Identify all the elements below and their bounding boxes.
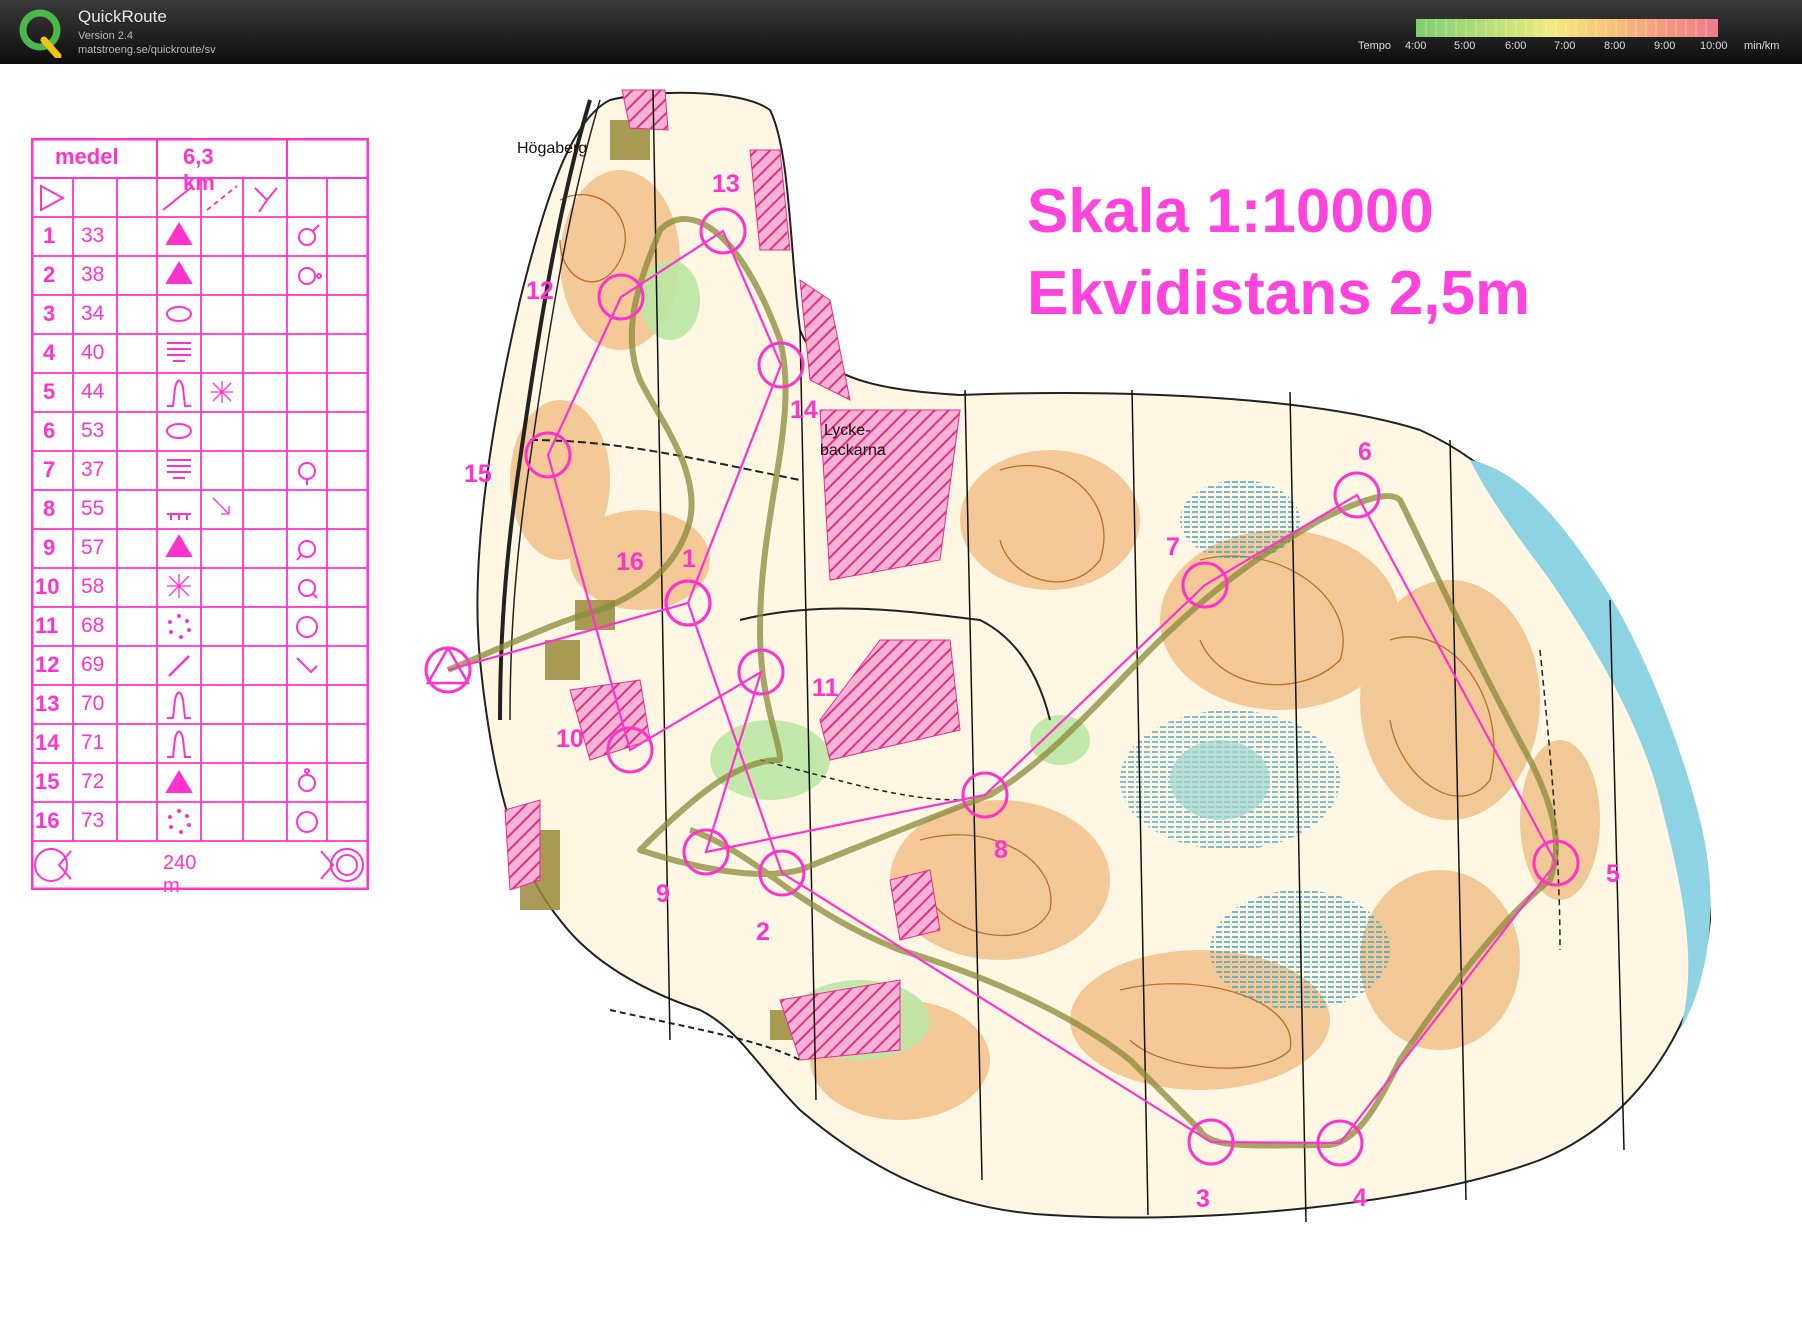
control-code: 37 [81, 458, 105, 481]
control-code: 33 [81, 224, 105, 247]
control-label: 10 [556, 725, 584, 753]
control-label: 15 [464, 460, 492, 488]
finish-distance: 240 m [163, 852, 197, 897]
control-code: 44 [81, 380, 105, 403]
pace-tick: 7:00 [1554, 40, 1576, 52]
control-num: 9 [43, 535, 56, 560]
control-num: 14 [35, 730, 60, 755]
control-code: 69 [81, 653, 105, 676]
control-num: 1 [43, 223, 56, 248]
control-num: 15 [35, 769, 60, 794]
control-label: 8 [994, 836, 1008, 864]
map-contour-text: Ekvidistans 2,5m [1027, 259, 1531, 328]
control-num: 2 [43, 262, 56, 287]
control-code: 70 [81, 692, 105, 715]
control-label: 16 [616, 548, 644, 576]
control-num: 4 [43, 340, 56, 365]
finish-row-symbols [34, 848, 364, 882]
control-code: 40 [81, 341, 105, 364]
control-label: 4 [1353, 1184, 1367, 1212]
control-label: 7 [1166, 533, 1180, 561]
control-code: 53 [81, 419, 105, 442]
control-code: 68 [81, 614, 105, 637]
control-label: 12 [526, 277, 554, 305]
pace-tick: 8:00 [1604, 40, 1626, 52]
place-label: backarna [820, 442, 886, 459]
pace-tick: 10:00 [1700, 40, 1728, 52]
control-label: 5 [1606, 860, 1620, 888]
control-label: 14 [790, 396, 818, 424]
control-num: 16 [35, 808, 60, 833]
control-label: 1 [682, 545, 696, 573]
pace-tick: 6:00 [1505, 40, 1527, 52]
control-label: 6 [1358, 438, 1372, 466]
control-num: 12 [35, 652, 60, 677]
control-code: 34 [81, 302, 105, 325]
control-num: 3 [43, 301, 56, 326]
card-symbols-header [40, 184, 278, 213]
control-label: 9 [656, 880, 670, 908]
control-num: 6 [43, 418, 56, 443]
card-length: 6,3 km [183, 144, 215, 195]
pace-color-scale [1416, 19, 1718, 37]
pace-tick: 4:00 [1405, 40, 1427, 52]
control-num: 10 [35, 574, 60, 599]
pace-unit: min/km [1744, 40, 1780, 52]
map-scale-text: Skala 1:10000 [1027, 177, 1434, 246]
control-code: 58 [81, 575, 105, 598]
control-code: 71 [81, 731, 105, 754]
control-num: 5 [43, 379, 56, 404]
control-code: 73 [81, 809, 105, 832]
control-code: 72 [81, 770, 105, 793]
place-label: Lycke- [824, 422, 871, 439]
app-name: QuickRoute [78, 7, 167, 26]
control-num: 8 [43, 496, 56, 521]
control-num: 13 [35, 691, 60, 716]
control-label: 2 [756, 918, 770, 946]
place-label: Högaberg [517, 140, 588, 157]
control-num: 7 [43, 457, 56, 482]
pace-title: Tempo [1358, 40, 1392, 52]
control-code: 57 [81, 536, 105, 559]
control-code: 38 [81, 263, 105, 286]
quickroute-logo-icon [19, 9, 62, 58]
control-num: 11 [35, 613, 59, 638]
control-label: 3 [1196, 1185, 1210, 1213]
control-label: 11 [812, 674, 839, 702]
app-version: Version 2.4 [78, 30, 134, 42]
card-class-name: medel [55, 144, 119, 169]
control-code: 55 [81, 497, 105, 520]
pace-tick: 5:00 [1454, 40, 1476, 52]
control-label: 13 [712, 170, 740, 198]
app-url: matstroeng.se/quickroute/sv [78, 44, 216, 56]
app-header: QuickRoute Version 2.4 matstroeng.se/qui… [0, 0, 1802, 64]
pace-tick: 9:00 [1654, 40, 1676, 52]
